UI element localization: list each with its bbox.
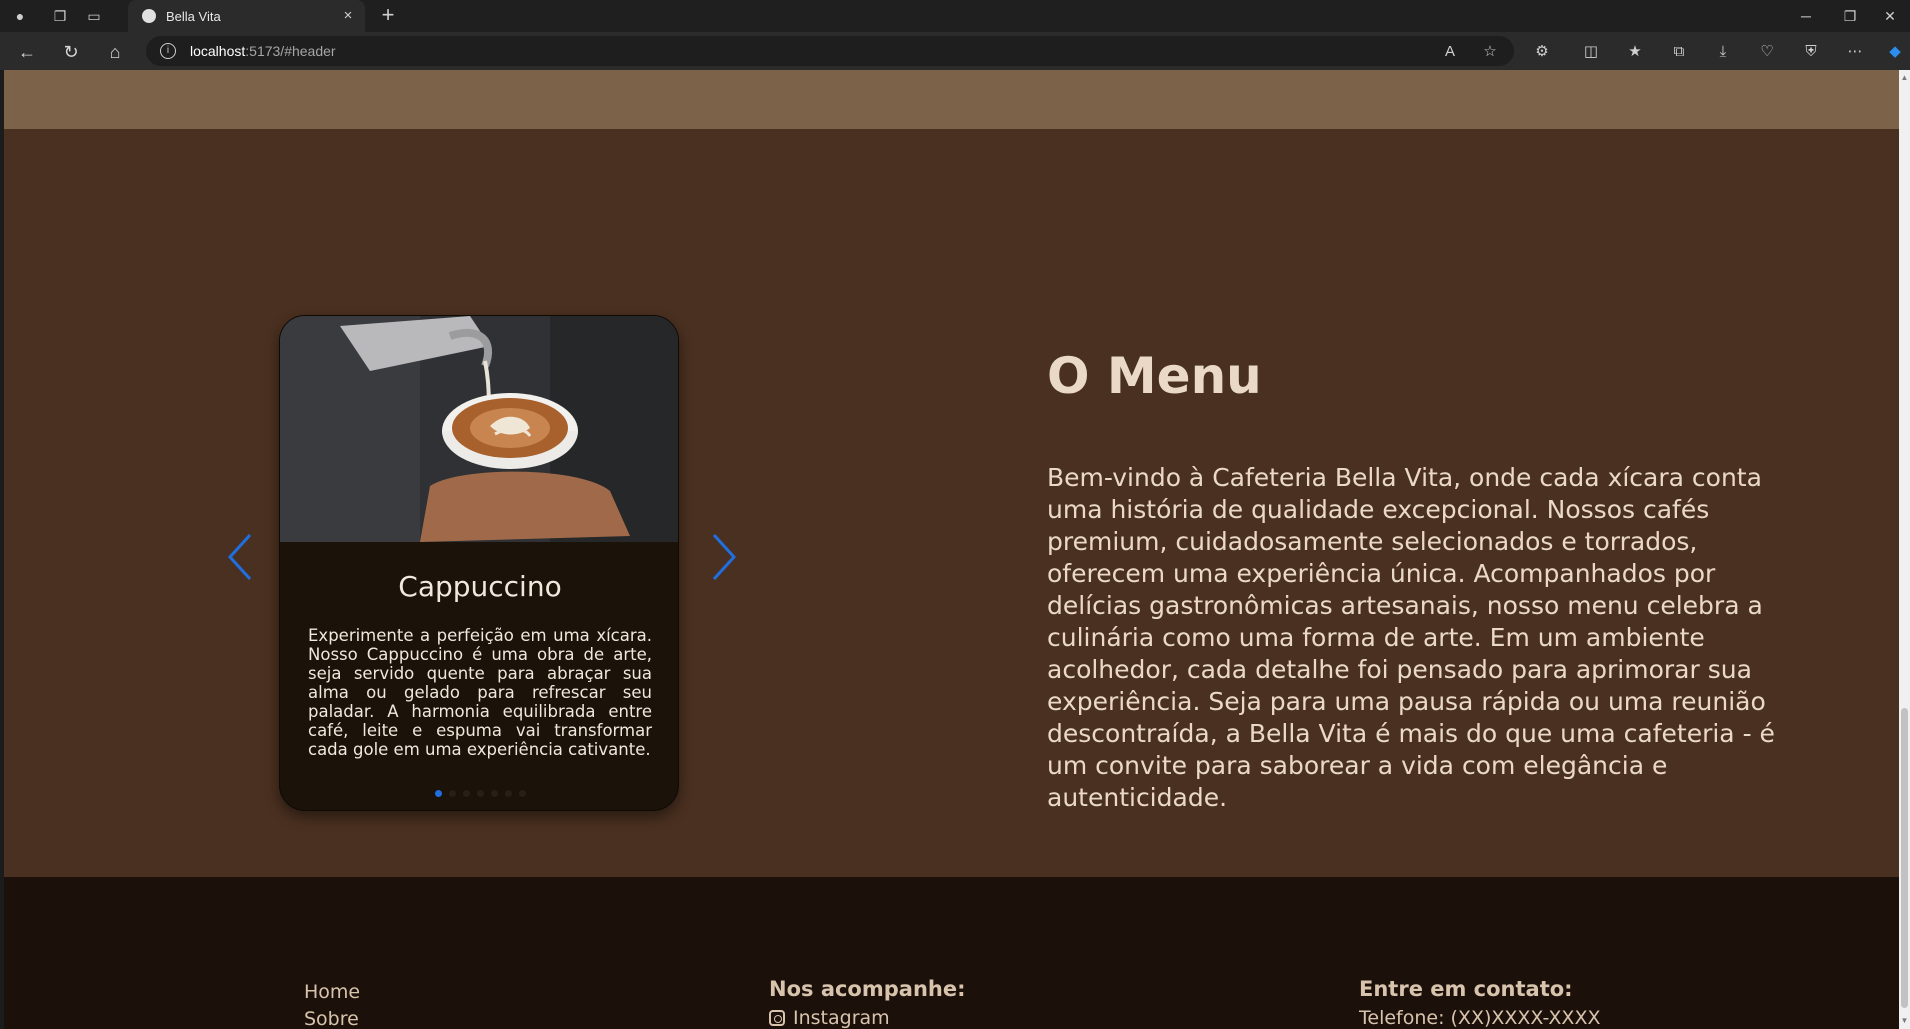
instagram-label: Instagram [793, 1007, 890, 1029]
back-arrow-icon[interactable]: ← [16, 41, 38, 63]
favorites-icon[interactable]: ★ [1624, 41, 1646, 63]
menu-section: Cappuccino Experimente a perfeição em um… [4, 129, 1899, 877]
close-window-icon[interactable]: ✕ [1870, 4, 1910, 28]
site-favicon-icon [142, 9, 156, 23]
product-description: Experimente a perfeição em uma xícara. N… [308, 626, 652, 759]
page-scrollbar[interactable]: ▲ ▼ [1899, 70, 1910, 1029]
footer-social: Nos acompanhe: Instagram [769, 977, 966, 1029]
scrollbar-thumb[interactable] [1901, 708, 1908, 1008]
scroll-up-icon[interactable]: ▲ [1899, 72, 1910, 84]
header-band [4, 70, 1899, 129]
tab-actions-icon[interactable]: ▭ [84, 6, 104, 26]
new-tab-button[interactable]: + [376, 4, 400, 28]
workspaces-icon[interactable]: ❐ [50, 6, 70, 26]
read-aloud-icon[interactable]: A [1439, 41, 1461, 63]
favorite-star-icon[interactable]: ☆ [1479, 41, 1501, 63]
carousel-next-icon[interactable] [702, 529, 742, 585]
tab-title: Bella Vita [166, 8, 221, 24]
carousel-dot[interactable] [462, 790, 470, 797]
footer-contact: Entre em contato: Telefone: (XX)XXXX-XXX… [1359, 977, 1600, 1029]
split-screen-icon[interactable]: ◫ [1580, 41, 1602, 63]
refresh-icon[interactable]: ↻ [60, 41, 82, 63]
menu-description: Bem-vindo à Cafeteria Bella Vita, onde c… [1047, 463, 1775, 812]
url-host: localhost [190, 43, 246, 59]
site-info-icon[interactable]: i [160, 43, 176, 59]
carousel-dot[interactable] [490, 790, 498, 797]
footer-phone: Telefone: (XX)XXXX-XXXX [1359, 1007, 1601, 1029]
browser-essentials-icon[interactable]: ⛨ [1800, 41, 1822, 63]
collections-icon[interactable]: ⧉ [1668, 41, 1690, 63]
instagram-icon [769, 1010, 785, 1026]
carousel-pagination [280, 790, 678, 797]
carousel-dot[interactable] [504, 790, 512, 797]
footer-nav: Home Sobre [304, 981, 360, 1029]
footer-link-home[interactable]: Home [304, 981, 360, 1003]
footer-instagram-link[interactable]: Instagram [769, 1007, 966, 1029]
performance-icon[interactable]: ♡ [1756, 41, 1778, 63]
browser-toolbar: ← ↻ ⌂ i localhost:5173/#header A ☆ ⚙ ◫ ★… [0, 32, 1910, 70]
cappuccino-image [280, 316, 678, 542]
address-bar-input[interactable]: i localhost:5173/#header [146, 36, 1514, 66]
profile-icon[interactable]: ● [10, 6, 30, 26]
url-path: :5173/#header [245, 43, 336, 59]
minimize-icon[interactable]: ─ [1786, 4, 1826, 28]
carousel-dot[interactable] [476, 790, 484, 797]
footer-contact-title: Entre em contato: [1359, 977, 1573, 1001]
footer-link-sobre[interactable]: Sobre [304, 1008, 360, 1029]
extensions-icon[interactable]: ⚙ [1531, 41, 1553, 63]
home-icon[interactable]: ⌂ [104, 41, 126, 63]
carousel-dot[interactable] [434, 790, 442, 797]
carousel-dot[interactable] [518, 790, 526, 797]
tab-close-icon[interactable]: × [339, 7, 357, 25]
carousel-dot[interactable] [448, 790, 456, 797]
menu-heading: O Menu [1047, 347, 1262, 405]
footer: Home Sobre Nos acompanhe: Instagram Entr… [4, 877, 1899, 1029]
tab-bella-vita[interactable]: Bella Vita × [128, 0, 365, 32]
scroll-down-icon[interactable]: ▼ [1899, 1015, 1910, 1027]
carousel-prev-icon[interactable] [222, 529, 262, 585]
more-options-icon[interactable]: ⋯ [1844, 41, 1866, 63]
page-viewport: Cappuccino Experimente a perfeição em um… [4, 70, 1899, 1029]
footer-social-title: Nos acompanhe: [769, 977, 966, 1001]
browser-tab-bar: ● ❐ ▭ Bella Vita × + ─ ❐ ✕ [0, 0, 1910, 32]
downloads-icon[interactable]: ⤓ [1712, 41, 1734, 63]
product-card: Cappuccino Experimente a perfeição em um… [279, 315, 679, 811]
copilot-icon[interactable]: ◆ [1884, 41, 1906, 63]
product-title: Cappuccino [398, 570, 562, 603]
restore-icon[interactable]: ❐ [1830, 4, 1870, 28]
